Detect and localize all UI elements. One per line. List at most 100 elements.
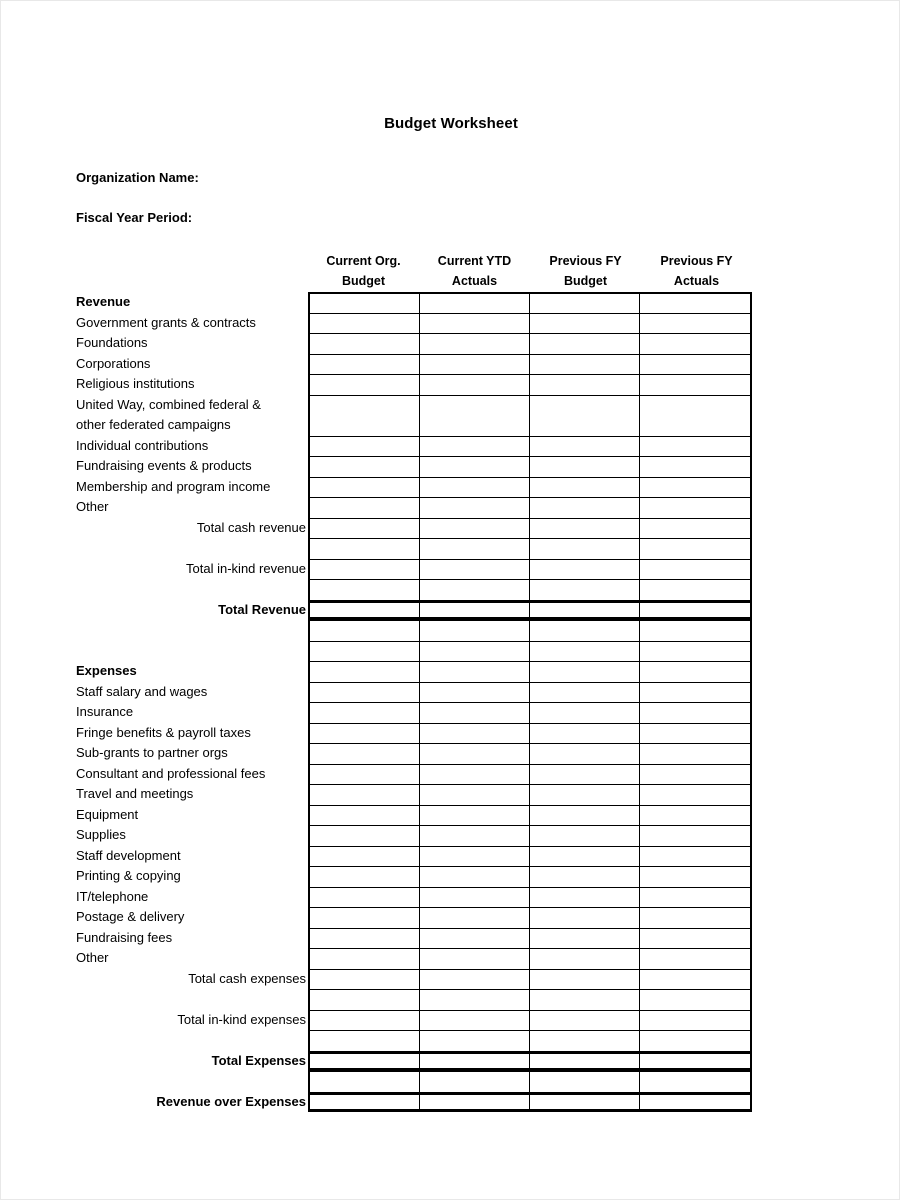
amount-cell[interactable] (640, 1031, 750, 1051)
amount-cell[interactable] (640, 1010, 750, 1030)
amount-cell[interactable] (420, 764, 530, 784)
amount-cell[interactable] (530, 334, 640, 354)
amount-cell[interactable] (420, 395, 530, 436)
amount-cell[interactable] (310, 518, 420, 538)
amount-cell[interactable] (640, 744, 750, 764)
amount-cell[interactable] (420, 354, 530, 374)
amount-cell[interactable] (640, 764, 750, 784)
amount-cell[interactable] (310, 662, 420, 682)
amount-cell[interactable] (640, 785, 750, 805)
amount-cell[interactable] (420, 539, 530, 559)
amount-cell[interactable] (530, 662, 640, 682)
amount-cell[interactable] (310, 1094, 420, 1109)
amount-cell[interactable] (530, 744, 640, 764)
amount-cell[interactable] (640, 969, 750, 989)
amount-cell[interactable] (420, 785, 530, 805)
amount-cell[interactable] (420, 1031, 530, 1051)
amount-cell[interactable] (640, 1094, 750, 1109)
amount-cell[interactable] (530, 559, 640, 579)
amount-cell[interactable] (640, 928, 750, 948)
amount-cell[interactable] (310, 313, 420, 333)
amount-cell[interactable] (640, 826, 750, 846)
amount-cell[interactable] (640, 580, 750, 600)
amount-cell[interactable] (420, 294, 530, 313)
amount-cell[interactable] (310, 1010, 420, 1030)
amount-cell[interactable] (530, 1010, 640, 1030)
amount-cell[interactable] (420, 1094, 530, 1109)
amount-cell[interactable] (640, 354, 750, 374)
amount-cell[interactable] (640, 436, 750, 456)
amount-cell[interactable] (640, 334, 750, 354)
amount-cell[interactable] (310, 744, 420, 764)
amount-cell[interactable] (530, 887, 640, 907)
amount-cell[interactable] (530, 1094, 640, 1109)
amount-cell[interactable] (640, 641, 750, 661)
amount-cell[interactable] (640, 949, 750, 969)
amount-cell[interactable] (530, 375, 640, 395)
amount-cell[interactable] (420, 375, 530, 395)
amount-cell[interactable] (420, 334, 530, 354)
amount-cell[interactable] (530, 764, 640, 784)
amount-cell[interactable] (530, 846, 640, 866)
amount-cell[interactable] (530, 518, 640, 538)
amount-cell[interactable] (420, 1010, 530, 1030)
amount-cell[interactable] (530, 969, 640, 989)
amount-cell[interactable] (420, 826, 530, 846)
amount-cell[interactable] (310, 641, 420, 661)
amount-cell[interactable] (310, 354, 420, 374)
amount-cell[interactable] (530, 457, 640, 477)
amount-cell[interactable] (310, 723, 420, 743)
amount-cell[interactable] (310, 785, 420, 805)
amount-cell[interactable] (310, 867, 420, 887)
amount-cell[interactable] (640, 867, 750, 887)
amount-cell[interactable] (310, 990, 420, 1010)
amount-cell[interactable] (420, 703, 530, 723)
amount-cell[interactable] (640, 908, 750, 928)
amount-cell[interactable] (530, 949, 640, 969)
amount-cell[interactable] (420, 908, 530, 928)
amount-cell[interactable] (310, 334, 420, 354)
amount-cell[interactable] (310, 764, 420, 784)
amount-cell[interactable] (310, 498, 420, 518)
amount-cell[interactable] (640, 559, 750, 579)
amount-cell[interactable] (530, 641, 640, 661)
amount-cell[interactable] (420, 1072, 530, 1092)
amount-cell[interactable] (640, 1072, 750, 1092)
amount-cell[interactable] (310, 395, 420, 436)
amount-cell[interactable] (310, 477, 420, 497)
amount-cell[interactable] (530, 1053, 640, 1068)
amount-cell[interactable] (640, 539, 750, 559)
amount-cell[interactable] (530, 867, 640, 887)
amount-cell[interactable] (640, 846, 750, 866)
amount-cell[interactable] (530, 1072, 640, 1092)
amount-cell[interactable] (420, 682, 530, 702)
amount-cell[interactable] (420, 846, 530, 866)
amount-cell[interactable] (310, 294, 420, 313)
amount-cell[interactable] (640, 887, 750, 907)
amount-cell[interactable] (640, 682, 750, 702)
amount-cell[interactable] (420, 457, 530, 477)
amount-cell[interactable] (420, 949, 530, 969)
amount-cell[interactable] (640, 1053, 750, 1068)
amount-cell[interactable] (530, 1031, 640, 1051)
amount-cell[interactable] (530, 539, 640, 559)
amount-cell[interactable] (420, 969, 530, 989)
amount-cell[interactable] (640, 294, 750, 313)
amount-cell[interactable] (640, 375, 750, 395)
amount-cell[interactable] (420, 1053, 530, 1068)
amount-cell[interactable] (420, 621, 530, 641)
amount-cell[interactable] (530, 723, 640, 743)
amount-cell[interactable] (310, 580, 420, 600)
amount-cell[interactable] (420, 477, 530, 497)
amount-cell[interactable] (530, 602, 640, 617)
amount-cell[interactable] (310, 375, 420, 395)
amount-cell[interactable] (420, 498, 530, 518)
amount-cell[interactable] (530, 703, 640, 723)
amount-cell[interactable] (640, 498, 750, 518)
amount-cell[interactable] (420, 662, 530, 682)
amount-cell[interactable] (420, 887, 530, 907)
amount-cell[interactable] (640, 990, 750, 1010)
amount-cell[interactable] (310, 928, 420, 948)
amount-cell[interactable] (310, 969, 420, 989)
amount-cell[interactable] (310, 621, 420, 641)
